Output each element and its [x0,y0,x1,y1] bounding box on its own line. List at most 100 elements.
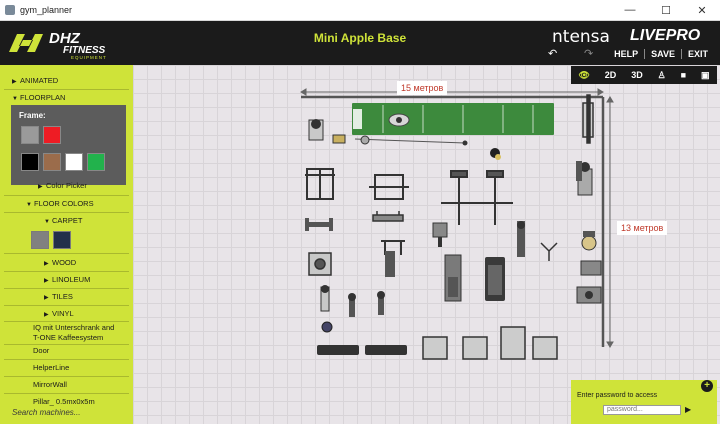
chevron-right-icon: ▶ [44,295,49,301]
sidebar-item-carpet[interactable]: ▼ CARPET [44,216,82,225]
frame-swatch-white[interactable] [65,153,83,171]
maximize-button[interactable]: ☐ [648,0,684,21]
minimize-button[interactable]: — [612,0,648,21]
person-icon[interactable]: ♙ [658,70,666,81]
sidebar-item-tiles[interactable]: ▶ TILES [44,292,73,301]
floorplan-canvas[interactable]: 15 метров 13 метров [133,65,720,424]
chevron-right-icon: ▶ [44,312,49,318]
chevron-down-icon: ▼ [26,202,32,208]
dimension-depth-arrow [606,96,614,348]
sidebar-item-label: LINOLEUM [52,275,91,284]
rowing-machine[interactable] [444,254,462,302]
sidebar-item-label: VINYL [52,309,74,318]
dumbbell-rack[interactable] [317,345,407,355]
dimension-width-label: 15 метров [397,81,448,95]
ab-bench[interactable] [320,285,330,312]
turf-rect [352,103,554,135]
frame-swatch-gray[interactable] [21,126,39,144]
redo-icon[interactable]: ↷ [584,47,598,60]
eye-icon[interactable]: 👁 [578,70,589,81]
sidebar-item-iq-line2[interactable]: T-ONE Kaffeesystem [33,333,103,342]
sidebar-item-label: FLOORPLAN [20,93,66,102]
dimension-width-arrow [300,88,604,96]
chevron-right-icon: ▶ [44,278,49,284]
sidebar-item-color-picker[interactable]: ▶ Color Picker [38,181,87,190]
cable-crossover-small[interactable] [321,321,333,333]
rack-machine[interactable] [582,94,594,144]
sidebar-item-label: TILES [52,292,73,301]
project-title: Mini Apple Base [313,31,407,45]
upright-bike-2[interactable] [576,161,582,181]
frame-swatch-green[interactable] [87,153,105,171]
password-panel: + Enter password to access password... ▶ [571,380,717,424]
exit-button[interactable]: EXIT [680,49,714,59]
save-button[interactable]: SAVE [644,49,681,59]
divider [4,271,129,272]
carpet-swatch-gray[interactable] [31,231,49,249]
password-input[interactable]: password... [603,405,681,415]
intensa-logo: ntensa [552,27,610,47]
sidebar-item-door[interactable]: Door [33,346,49,355]
cable-stack[interactable] [517,221,525,257]
cable-row[interactable] [580,260,602,276]
app-header: DHZ FITNESS EQUIPMENT Mini Apple Base nt… [0,21,720,65]
power-rack[interactable] [369,174,409,200]
camera-icon[interactable]: ■ [681,70,686,80]
treadmill[interactable] [485,257,505,301]
frame-swatch-black[interactable] [21,153,39,171]
seated-row[interactable] [348,293,356,317]
divider [4,288,129,289]
sidebar-item-label: CARPET [52,216,83,225]
sidebar-item-linoleum[interactable]: ▶ LINOLEUM [44,275,90,284]
sidebar-item-mirrorwall[interactable]: MirrorWall [33,380,67,389]
barbell-rack[interactable] [372,211,404,222]
help-button[interactable]: HELP [608,49,644,59]
ab-crunch[interactable] [581,231,597,251]
sidebar-item-animated[interactable]: ▶ ANIMATED [12,76,58,85]
undo-icon[interactable]: ↶ [548,47,562,60]
arrow-right-icon[interactable]: ▶ [685,405,691,414]
carpet-swatch-navy[interactable] [53,231,71,249]
view-2d-button[interactable]: 2D [605,70,617,80]
view-3d-button[interactable]: 3D [631,70,643,80]
screen-icon[interactable]: ▣ [701,70,710,81]
sidebar-item-pillar[interactable]: Pillar_ 0.5mx0x5m [33,397,95,406]
divider [4,321,129,322]
lat-pulldown[interactable] [377,291,385,315]
divider [4,212,129,213]
search-machines-input[interactable]: Search machines... [12,408,80,417]
turf-sled-track[interactable] [352,103,554,135]
sidebar-item-floor-colors[interactable]: ▼ FLOOR COLORS [26,199,94,208]
divider [4,359,129,360]
hip-thrust[interactable] [432,222,448,247]
close-window-button[interactable]: ✕ [684,0,720,21]
frame-swatch-wood[interactable] [43,153,61,171]
dhz-logo-mark [9,34,43,52]
intensa-logo-text: ntensa [552,27,610,47]
divider [4,344,129,345]
password-label: Enter password to access [577,392,658,399]
sidebar-item-iq[interactable]: IQ mit Unterschrank and [33,323,114,332]
leg-press[interactable] [308,252,332,276]
sidebar-item-wood[interactable]: ▶ WOOD [44,258,76,267]
sidebar-item-label: HelperLine [33,363,70,372]
bench-press[interactable] [305,218,333,231]
sidebar-item-vinyl[interactable]: ▶ VINYL [44,309,74,318]
sidebar-item-label: MirrorWall [33,380,67,389]
leg-extension[interactable] [385,251,395,277]
sidebar-item-floorplan[interactable]: ▼ FLOORPLAN [12,93,65,102]
kettlebell-stand[interactable] [490,148,501,160]
selectorized-machines[interactable] [422,326,558,360]
dhz-fitness-logo[interactable]: DHZ FITNESS EQUIPMENT [5,26,137,60]
leg-curl[interactable] [576,286,602,304]
sidebar-item-helperline[interactable]: HelperLine [33,363,69,372]
rope-machine[interactable] [540,242,558,261]
smith-machine[interactable] [305,168,335,200]
add-icon[interactable]: + [701,380,713,392]
app-icon [5,5,15,15]
olympic-platform[interactable] [441,170,513,225]
frame-swatch-red[interactable] [43,126,61,144]
livepro-logo-text: LIVEPRO [630,27,701,44]
window-title-bar: gym_planner — ☐ ✕ [0,0,720,21]
divider [4,376,129,377]
